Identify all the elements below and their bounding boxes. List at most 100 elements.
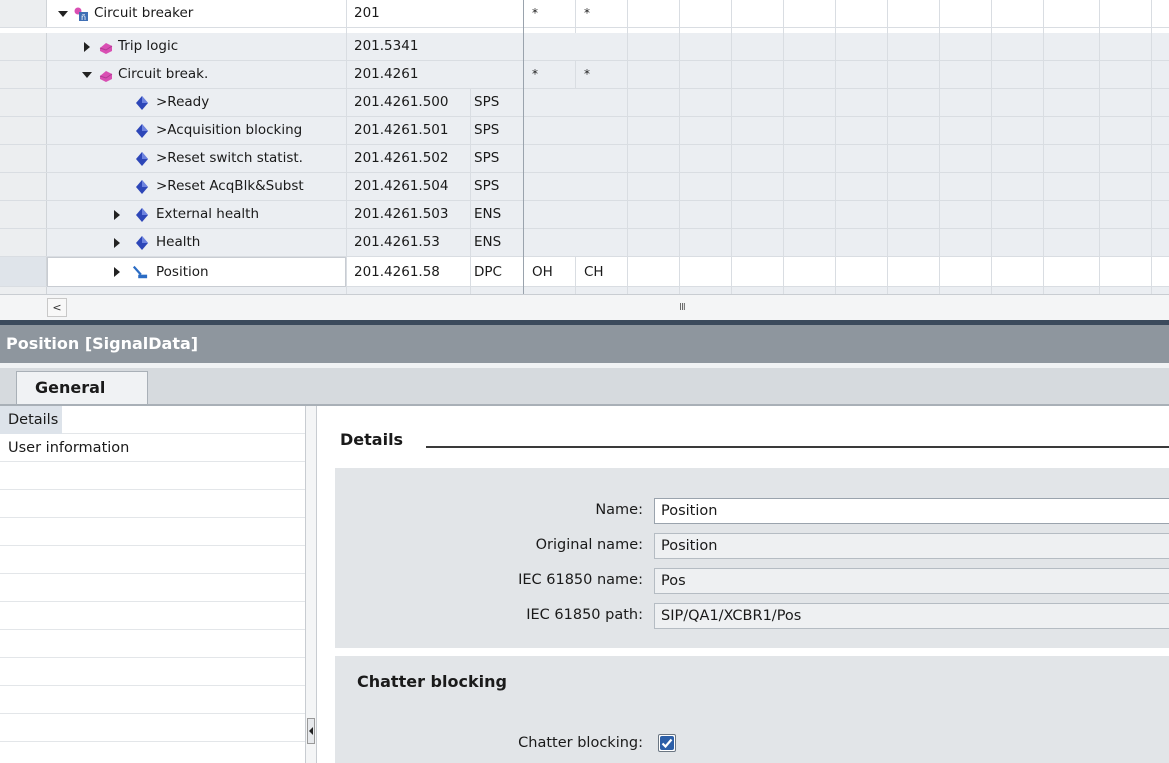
row-name: >Reset AcqBlk&Subst bbox=[156, 178, 304, 194]
field-row-iec-name: IEC 61850 name: Pos bbox=[335, 568, 1169, 594]
column-divider bbox=[731, 0, 732, 294]
row-selector[interactable] bbox=[0, 117, 47, 144]
table-row[interactable]: >Ready 201.4261.500 SPS bbox=[0, 89, 1169, 117]
collapse-left-icon[interactable] bbox=[307, 718, 315, 744]
row-type: SPS bbox=[474, 178, 500, 194]
column-divider bbox=[1043, 0, 1044, 294]
scroll-left-button[interactable]: < bbox=[47, 298, 67, 317]
table-row[interactable]: Trip logic 201.5341 bbox=[0, 33, 1169, 61]
signal-diamond-icon bbox=[136, 152, 148, 166]
table-row-selected[interactable]: Position 201.4261.58 DPC OH CH bbox=[0, 257, 1169, 287]
nav-row bbox=[0, 462, 305, 490]
nav-row: User information bbox=[0, 434, 305, 462]
row-type: DPC bbox=[474, 264, 502, 280]
iec-path-field[interactable]: SIP/QA1/XCBR1/Pos bbox=[654, 603, 1169, 629]
row-name: Circuit breaker bbox=[94, 5, 194, 21]
field-row-name: Name: Position bbox=[335, 498, 1169, 524]
nav-splitter[interactable] bbox=[305, 406, 317, 763]
name-field[interactable]: Position bbox=[654, 498, 1169, 524]
row-selector[interactable] bbox=[0, 145, 47, 172]
row-col2: * bbox=[584, 67, 590, 81]
row-type: SPS bbox=[474, 122, 500, 138]
iec-name-label: IEC 61850 name: bbox=[518, 572, 643, 588]
tab-general[interactable]: General bbox=[16, 371, 148, 405]
row-selector[interactable] bbox=[0, 33, 47, 60]
scroll-grip-icon[interactable]: III bbox=[679, 302, 686, 313]
name-label: Name: bbox=[595, 502, 643, 518]
table-row[interactable]: Health 201.4261.53 ENS bbox=[0, 229, 1169, 257]
table-row[interactable]: >Acquisition blocking 201.4261.501 SPS bbox=[0, 117, 1169, 145]
row-col1: * bbox=[532, 6, 538, 20]
column-divider bbox=[575, 0, 576, 33]
nav-row bbox=[0, 714, 305, 742]
column-divider bbox=[887, 0, 888, 294]
row-address: 201.4261.500 bbox=[354, 94, 449, 110]
row-selector[interactable] bbox=[0, 229, 47, 256]
collapse-arrow-icon[interactable] bbox=[82, 70, 92, 80]
row-col2: * bbox=[584, 6, 590, 20]
field-row-original-name: Original name: Position bbox=[335, 533, 1169, 559]
row-name: External health bbox=[156, 206, 260, 222]
details-panel: Name: Position Original name: Position I… bbox=[335, 468, 1169, 648]
row-selector[interactable] bbox=[0, 0, 47, 27]
nav-row bbox=[0, 602, 305, 630]
column-divider bbox=[939, 0, 940, 294]
row-selector[interactable] bbox=[0, 61, 47, 88]
table-row[interactable]: >Reset AcqBlk&Subst 201.4261.504 SPS bbox=[0, 173, 1169, 201]
row-name: Position bbox=[156, 264, 209, 280]
row-selector[interactable] bbox=[0, 89, 47, 116]
nav-row bbox=[0, 490, 305, 518]
column-divider bbox=[679, 0, 680, 294]
column-divider bbox=[575, 257, 576, 294]
inspector-nav: Details User information bbox=[0, 406, 305, 763]
expand-arrow-icon[interactable] bbox=[82, 42, 92, 52]
column-divider bbox=[835, 0, 836, 294]
row-selector[interactable] bbox=[0, 201, 47, 228]
row-col1: * bbox=[532, 67, 538, 81]
iec-path-label: IEC 61850 path: bbox=[526, 607, 643, 623]
function-block-icon bbox=[99, 71, 113, 82]
inspector-title: Position [SignalData] bbox=[0, 325, 1169, 363]
table-row[interactable]: ñ Circuit breaker 201 * * bbox=[0, 0, 1169, 28]
row-name: Trip logic bbox=[118, 38, 179, 54]
iec-name-field[interactable]: Pos bbox=[654, 568, 1169, 594]
table-row[interactable]: External health 201.4261.503 ENS bbox=[0, 201, 1169, 229]
expand-arrow-icon[interactable] bbox=[112, 238, 122, 248]
row-address: 201.4261.58 bbox=[354, 264, 440, 280]
chatter-panel: Chatter blocking Chatter blocking: bbox=[335, 656, 1169, 763]
chatter-blocking-checkbox[interactable] bbox=[658, 734, 676, 752]
row-selector[interactable] bbox=[0, 287, 47, 294]
signal-grid: ñ Circuit breaker 201 * * Trip logic 201… bbox=[0, 0, 1169, 294]
table-row[interactable]: >Reset switch statist. 201.4261.502 SPS bbox=[0, 145, 1169, 173]
row-selector[interactable] bbox=[0, 257, 47, 286]
row-col2: CH bbox=[584, 264, 604, 280]
collapse-arrow-icon[interactable] bbox=[58, 9, 68, 19]
expand-arrow-icon[interactable] bbox=[112, 210, 122, 220]
row-address: 201.4261.504 bbox=[354, 178, 449, 194]
table-row[interactable]: Circuit break. 201.4261 * * bbox=[0, 61, 1169, 89]
original-name-field[interactable]: Position bbox=[654, 533, 1169, 559]
row-address: 201.4261.503 bbox=[354, 206, 449, 222]
column-divider bbox=[627, 0, 628, 294]
section-title-chatter: Chatter blocking bbox=[357, 672, 507, 691]
signal-diamond-icon bbox=[136, 124, 148, 138]
nav-item-details[interactable]: Details bbox=[0, 406, 63, 434]
horizontal-scrollbar[interactable]: < III bbox=[0, 294, 1169, 320]
nav-item-user-information[interactable]: User information bbox=[0, 434, 129, 462]
row-name: >Acquisition blocking bbox=[156, 122, 303, 138]
row-name: Health bbox=[156, 234, 201, 250]
original-name-label: Original name: bbox=[535, 537, 643, 553]
table-row[interactable] bbox=[0, 287, 1169, 294]
column-divider bbox=[346, 0, 347, 294]
field-row-iec-path: IEC 61850 path: SIP/QA1/XCBR1/Pos bbox=[335, 603, 1169, 629]
row-selector[interactable] bbox=[0, 173, 47, 200]
svg-text:ñ: ñ bbox=[81, 13, 86, 22]
signal-diamond-icon bbox=[136, 180, 148, 194]
expand-arrow-icon[interactable] bbox=[112, 267, 122, 277]
nav-row bbox=[0, 518, 305, 546]
section-rule bbox=[426, 446, 1169, 448]
details-content: Details Name: Position Original name: Po… bbox=[318, 406, 1169, 763]
row-address: 201.4261 bbox=[354, 66, 419, 82]
row-address: 201 bbox=[354, 5, 380, 21]
column-divider bbox=[991, 0, 992, 294]
